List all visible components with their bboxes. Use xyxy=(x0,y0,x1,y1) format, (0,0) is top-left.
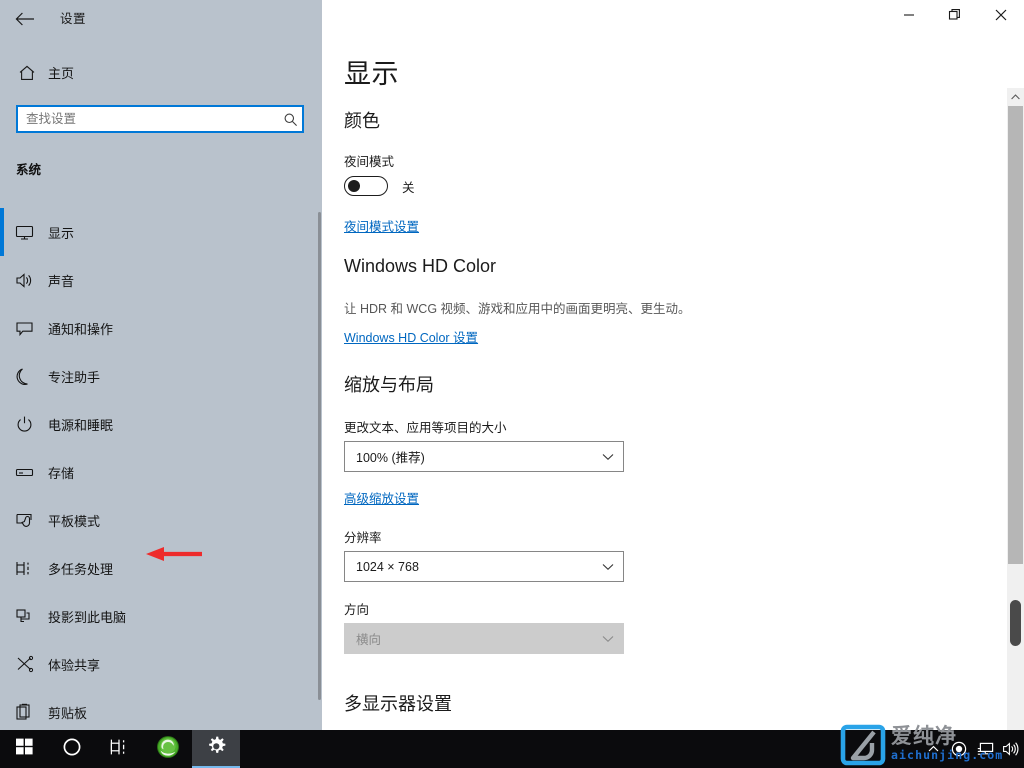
circle-search-icon xyxy=(62,737,82,762)
gear-icon xyxy=(206,736,227,762)
sidebar-item-label: 投影到此电脑 xyxy=(48,609,127,625)
orientation-dropdown: 横向 xyxy=(344,623,624,654)
app-title: 设置 xyxy=(60,12,87,26)
sidebar-scrollbar[interactable] xyxy=(318,212,321,700)
advanced-scaling-link[interactable]: 高级缩放设置 xyxy=(344,488,419,507)
sidebar-item-project-to-pc[interactable]: 投影到此电脑 xyxy=(0,592,322,640)
sidebar-item-home[interactable]: 主页 xyxy=(0,58,322,88)
browser-button[interactable] xyxy=(144,730,192,768)
moon-icon xyxy=(14,366,34,386)
sidebar-item-label-home: 主页 xyxy=(48,66,75,81)
sidebar-item-label: 声音 xyxy=(48,273,75,289)
content-scrollbar-thumb[interactable] xyxy=(1010,600,1021,646)
sidebar-item-label: 存储 xyxy=(48,465,75,481)
night-light-label: 夜间模式 xyxy=(344,155,395,169)
page-title: 显示 xyxy=(344,59,399,89)
sidebar-item-shared-experiences[interactable]: 体验共享 xyxy=(0,640,322,688)
home-icon xyxy=(17,63,37,83)
search-box[interactable] xyxy=(16,105,304,133)
resolution-label: 分辨率 xyxy=(344,531,382,545)
scroll-up-button[interactable] xyxy=(1007,88,1024,105)
section-heading-color: 颜色 xyxy=(344,111,380,131)
scale-label: 更改文本、应用等项目的大小 xyxy=(344,421,507,435)
clipboard-icon xyxy=(14,702,34,722)
toggle-knob xyxy=(348,180,360,192)
section-heading-multi-display: 多显示器设置 xyxy=(344,694,452,714)
sidebar-item-label: 剪贴板 xyxy=(48,705,88,721)
sidebar-item-label: 多任务处理 xyxy=(48,561,114,577)
night-light-state: 关 xyxy=(402,180,415,195)
shared-experiences-icon xyxy=(14,654,34,674)
sidebar-item-power-sleep[interactable]: 电源和睡眠 xyxy=(0,400,322,448)
hdr-settings-link[interactable]: Windows HD Color 设置 xyxy=(344,327,478,346)
task-view-button[interactable] xyxy=(96,730,144,768)
volume-icon[interactable] xyxy=(998,730,1024,768)
sidebar-item-sound[interactable]: 声音 xyxy=(0,256,322,304)
system-tray xyxy=(920,730,1024,768)
scale-value: 100% (推荐) xyxy=(356,451,425,465)
sidebar-item-label: 平板模式 xyxy=(48,513,101,529)
taskbar xyxy=(0,730,1024,768)
sidebar: 设置 主页 系统 xyxy=(0,0,322,730)
project-to-pc-icon xyxy=(14,606,34,626)
monitor-icon xyxy=(14,222,34,242)
ie-globe-icon xyxy=(156,735,180,764)
sidebar-item-label: 通知和操作 xyxy=(48,321,114,337)
task-view-icon xyxy=(110,737,130,762)
tablet-mode-icon xyxy=(14,510,34,530)
chevron-down-icon xyxy=(593,552,623,581)
night-light-toggle-row: 关 xyxy=(344,176,415,196)
sidebar-item-label: 专注助手 xyxy=(48,369,101,385)
sidebar-item-label: 体验共享 xyxy=(48,657,101,673)
selection-indicator xyxy=(0,208,4,256)
cortana-search-button[interactable] xyxy=(48,730,96,768)
search-input[interactable] xyxy=(18,107,278,131)
sidebar-item-notifications[interactable]: 通知和操作 xyxy=(0,304,322,352)
night-light-toggle[interactable] xyxy=(344,176,388,196)
speaker-icon xyxy=(14,270,34,290)
windows-logo-icon xyxy=(15,738,33,760)
scale-dropdown[interactable]: 100% (推荐) xyxy=(344,441,624,472)
sidebar-item-label: 显示 xyxy=(48,225,75,241)
resolution-value: 1024 × 768 xyxy=(356,559,419,574)
orientation-value: 横向 xyxy=(356,633,382,647)
power-icon xyxy=(14,414,34,434)
sidebar-item-label: 电源和睡眠 xyxy=(48,417,114,433)
sidebar-item-multitasking[interactable]: 多任务处理 xyxy=(0,544,322,592)
notification-icon xyxy=(14,318,34,338)
night-light-settings-link[interactable]: 夜间模式设置 xyxy=(344,216,419,235)
chevron-down-icon xyxy=(593,624,623,653)
sidebar-item-display[interactable]: 显示 xyxy=(0,208,322,256)
monitor-network-icon[interactable] xyxy=(972,730,998,768)
section-heading-scale: 缩放与布局 xyxy=(344,375,434,395)
sidebar-item-clipboard[interactable]: 剪贴板 xyxy=(0,688,322,730)
search-icon[interactable] xyxy=(278,107,302,131)
back-button[interactable] xyxy=(8,4,42,34)
sidebar-item-tablet-mode[interactable]: 平板模式 xyxy=(0,496,322,544)
window-controls xyxy=(886,0,1024,30)
sidebar-nav: 显示 声音 通知和操作 专注助手 电源和睡眠 存储 平板模式 多任务处理 投影到… xyxy=(0,208,322,730)
orientation-label: 方向 xyxy=(344,603,370,617)
maximize-restore-button[interactable] xyxy=(932,0,978,30)
storage-icon xyxy=(14,462,34,482)
close-button[interactable] xyxy=(978,0,1024,30)
content-pane: 显示 颜色 夜间模式 关 夜间模式设置 Windows HD Color 让 H… xyxy=(322,0,1024,730)
scrollbar-fill xyxy=(1008,106,1023,564)
settings-button[interactable] xyxy=(192,730,240,768)
sidebar-item-storage[interactable]: 存储 xyxy=(0,448,322,496)
minimize-button[interactable] xyxy=(886,0,932,30)
sidebar-titlebar: 设置 xyxy=(0,0,322,38)
record-dot-icon[interactable] xyxy=(946,730,972,768)
sidebar-item-focus-assist[interactable]: 专注助手 xyxy=(0,352,322,400)
hdr-description: 让 HDR 和 WCG 视频、游戏和应用中的画面更明亮、更生动。 xyxy=(344,302,691,316)
settings-window: 设置 主页 系统 xyxy=(0,0,1024,768)
show-hidden-icons-button[interactable] xyxy=(920,730,946,768)
resolution-dropdown[interactable]: 1024 × 768 xyxy=(344,551,624,582)
section-heading-hdr: Windows HD Color xyxy=(344,256,497,276)
sidebar-group-title: 系统 xyxy=(16,163,42,177)
start-button[interactable] xyxy=(0,730,48,768)
multitasking-icon xyxy=(14,558,34,578)
window-titlebar xyxy=(322,0,1024,32)
chevron-down-icon xyxy=(593,442,623,471)
